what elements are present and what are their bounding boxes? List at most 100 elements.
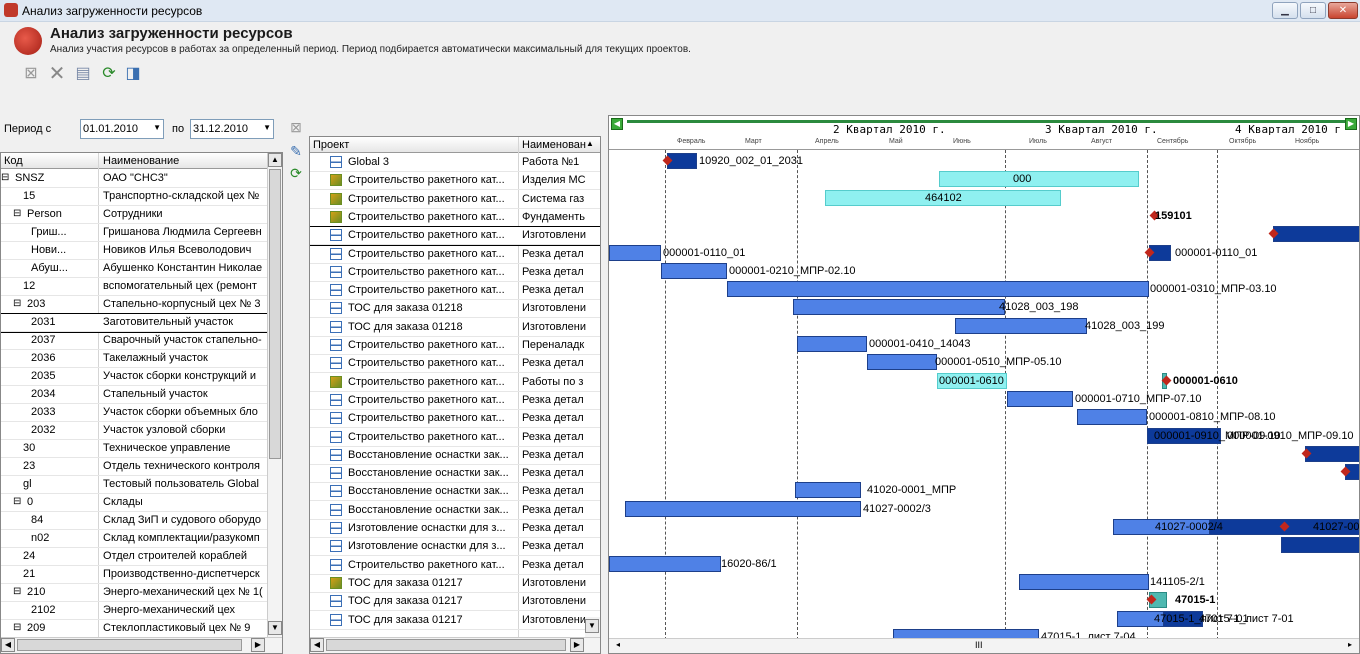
gantt-bar[interactable] — [1077, 409, 1147, 426]
gantt-bar[interactable] — [625, 500, 861, 517]
resource-row[interactable]: Нови... Новиков Илья Всеволодович — [1, 242, 282, 260]
gantt-bar[interactable] — [939, 171, 1139, 188]
resource-row[interactable]: 2035 Участок сборки конструкций и — [1, 368, 282, 386]
resource-row[interactable]: 2036 Такелажный участок — [1, 350, 282, 368]
resource-row[interactable]: 2102 Энерго-механический цех — [1, 602, 282, 620]
project-row[interactable]: ТОС для заказа 01217 Изготовлени — [310, 575, 600, 593]
project-row[interactable]: Строительство ракетного кат... Фундаменть — [310, 209, 600, 227]
resource-row[interactable]: 15 Транспортно-складской цех № — [1, 188, 282, 206]
project-row[interactable]: Строительство ракетного кат... Резка дета… — [310, 355, 600, 374]
gantt-prev-icon[interactable]: ◀ — [611, 118, 623, 130]
resource-row[interactable]: Гриш... Гришанова Людмила Сергеевн — [1, 224, 282, 242]
resource-row[interactable]: 2032 Участок узловой сборки — [1, 422, 282, 440]
project-row[interactable]: Строительство ракетного кат... Резка дета… — [310, 282, 600, 301]
scroll-thumb[interactable] — [326, 639, 566, 651]
gantt-bar[interactable] — [1305, 445, 1359, 462]
tree-expander-icon[interactable]: ⊟ — [13, 208, 21, 219]
resource-row[interactable]: 24 Отдел строителей кораблей — [1, 548, 282, 566]
project-row[interactable]: Global 3 Работа №1 — [310, 154, 600, 172]
gantt-bar[interactable] — [795, 482, 861, 499]
minimize-button[interactable]: ▁ — [1272, 2, 1298, 19]
resource-row[interactable]: 2033 Участок сборки объемных бло — [1, 404, 282, 422]
scroll-left-icon[interactable]: ◀ — [1, 638, 15, 652]
resource-row[interactable]: ⊟ 209 Стеклопластиковый цех № 9 — [1, 620, 282, 638]
scroll-right-icon[interactable]: ▸ — [1343, 639, 1357, 653]
refresh-icon-button[interactable]: ⟳ — [100, 64, 118, 82]
gantt-bar[interactable] — [955, 317, 1087, 334]
gantt-bar[interactable] — [1281, 537, 1359, 554]
scroll-thumb[interactable] — [269, 169, 281, 459]
project-row[interactable]: Строительство ракетного кат... Резка дета… — [310, 429, 600, 447]
project-row[interactable]: Строительство ракетного кат... Изготовлен… — [310, 226, 600, 247]
scroll-grip[interactable]: III — [975, 640, 983, 650]
project-row[interactable]: Изготовление оснастки для з... Резка дета… — [310, 538, 600, 557]
resource-row[interactable]: Абуш... Абушенко Константин Николае — [1, 260, 282, 278]
resource-row[interactable]: 84 Склад ЗиП и судового оборудо — [1, 512, 282, 530]
project-row[interactable]: ТОС для заказа 01218 Изготовлени — [310, 300, 600, 319]
close-window-button[interactable]: ✕ — [1328, 2, 1358, 19]
refresh-small-icon[interactable]: ⟳ — [287, 164, 305, 182]
resource-row[interactable]: gl Тестовый пользователь Global — [1, 476, 282, 494]
exit-icon-button[interactable]: ◨ — [124, 64, 142, 82]
sort-up-icon[interactable]: ▲ — [586, 139, 594, 148]
gantt-hscroll[interactable]: ◂ III ▸ — [609, 638, 1359, 653]
delete-icon-button[interactable]: ✕ — [48, 63, 66, 85]
resource-row[interactable]: 12 вспомогательный цех (ремонт — [1, 278, 282, 296]
project-row[interactable]: Строительство ракетного кат... Переналадк — [310, 337, 600, 355]
project-row[interactable]: ТОС для заказа 01217 Изготовлени — [310, 612, 600, 630]
scroll-thumb[interactable] — [17, 639, 242, 651]
project-row[interactable]: Строительство ракетного кат... Изделия МС — [310, 172, 600, 191]
gantt-bar[interactable] — [727, 281, 1149, 298]
gantt-bar[interactable] — [867, 354, 937, 371]
resource-row[interactable]: 2034 Стапельный участок — [1, 386, 282, 404]
resources-hscroll[interactable]: ◀ ▶ — [1, 637, 282, 653]
project-row[interactable]: Строительство ракетного кат... Работы по … — [310, 374, 600, 392]
resource-row[interactable]: 21 Производственно-диспетчерск — [1, 566, 282, 584]
resource-row[interactable]: 2037 Сварочный участок стапельно- — [1, 332, 282, 350]
scroll-left-icon[interactable]: ◀ — [310, 638, 324, 652]
gantt-next-icon[interactable]: ▶ — [1345, 118, 1357, 130]
project-row[interactable]: ТОС для заказа 01217 Изготовлени — [310, 593, 600, 612]
projects-vscroll[interactable]: ▼ — [585, 617, 600, 637]
project-row[interactable]: Восстановление оснастки зак... Резка дета… — [310, 502, 600, 520]
resource-row[interactable]: ⊟ SNSZ ОАО "СНС3" — [1, 170, 282, 188]
resource-row[interactable]: ⊟ 210 Энерго-механический цех № 1( — [1, 584, 282, 602]
period-from-field[interactable]: 01.01.2010 ▼ — [80, 119, 164, 139]
resources-vscroll[interactable]: ▲ ▼ — [267, 153, 282, 637]
scroll-right-icon[interactable]: ▶ — [570, 638, 584, 652]
col-work-name[interactable]: Наименован — [522, 139, 586, 151]
project-row[interactable]: Строительство ракетного кат... Резка дета… — [310, 392, 600, 410]
project-row[interactable]: Восстановление оснастки зак... Резка дета… — [310, 447, 600, 465]
gantt-bar[interactable] — [1007, 390, 1073, 407]
gantt-bar[interactable] — [797, 336, 867, 352]
cancel-icon-button[interactable]: ⊠ — [22, 64, 40, 82]
save-icon-button[interactable]: ▤ — [74, 64, 92, 82]
resource-row[interactable]: 2031 Заготовительный участок — [1, 313, 282, 333]
col-project[interactable]: Проект — [313, 139, 349, 151]
scroll-up-icon[interactable]: ▲ — [268, 153, 282, 167]
gantt-bar[interactable] — [609, 555, 721, 572]
tree-expander-icon[interactable]: ⊟ — [13, 496, 21, 507]
project-row[interactable]: ТОС для заказа 01218 Изготовлени — [310, 319, 600, 337]
scroll-down-icon[interactable]: ▼ — [585, 619, 599, 633]
scroll-down-icon[interactable]: ▼ — [268, 621, 282, 635]
project-row[interactable]: Восстановление оснастки зак... Резка дета… — [310, 465, 600, 484]
project-row[interactable]: Строительство ракетного кат... Резка дета… — [310, 410, 600, 429]
resource-row[interactable]: 30 Техническое управление — [1, 440, 282, 458]
resource-row[interactable]: 23 Отдель технического контроля — [1, 458, 282, 476]
tree-expander-icon[interactable]: ⊟ — [13, 622, 21, 633]
gantt-bar[interactable] — [661, 262, 727, 279]
project-row[interactable]: Строительство ракетного кат... Резка дета… — [310, 246, 600, 264]
gantt-bar[interactable] — [793, 299, 1005, 316]
resource-row[interactable]: ⊟ 203 Стапельно-корпусный цех № 3 — [1, 296, 282, 314]
clear-filter-icon[interactable]: ⊠ — [287, 118, 305, 136]
project-row[interactable]: Строительство ракетного кат... Система га… — [310, 191, 600, 209]
gantt-bar[interactable] — [1273, 226, 1359, 243]
tree-expander-icon[interactable]: ⊟ — [13, 586, 21, 597]
gantt-bar[interactable] — [609, 244, 661, 261]
scroll-right-icon[interactable]: ▶ — [251, 638, 265, 652]
project-row[interactable]: Изготовление оснастки для з... Резка дета… — [310, 520, 600, 538]
project-row[interactable]: Восстановление оснастки зак... Резка дета… — [310, 483, 600, 502]
tree-expander-icon[interactable]: ⊟ — [13, 298, 21, 309]
resource-row[interactable]: n02 Склад комплектации/разукомп — [1, 530, 282, 548]
